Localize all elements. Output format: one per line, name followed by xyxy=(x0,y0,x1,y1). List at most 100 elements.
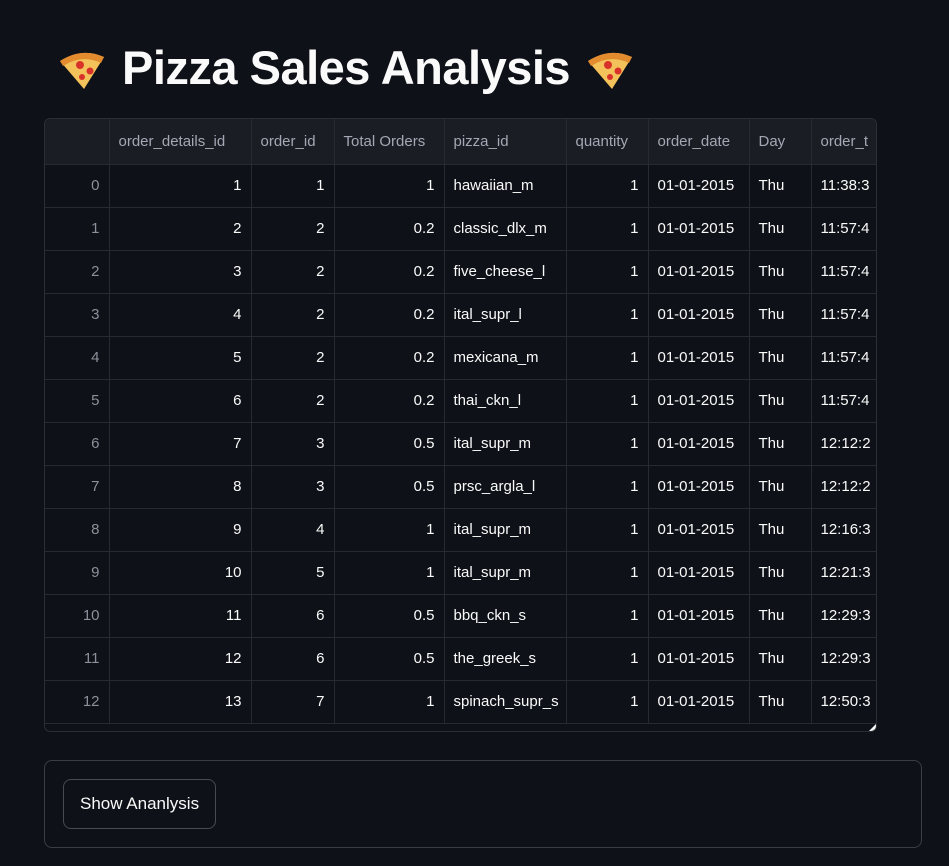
table-cell[interactable]: 8 xyxy=(109,465,252,509)
row-index[interactable]: 1 xyxy=(45,207,110,251)
table-cell[interactable]: 3 xyxy=(109,250,252,294)
row-index[interactable]: 6 xyxy=(45,422,110,466)
table-cell[interactable]: 01-01-2015 xyxy=(648,379,750,423)
table-cell[interactable]: prsc_argla_l xyxy=(444,465,567,509)
table-cell[interactable]: 4 xyxy=(251,508,335,552)
table-cell[interactable]: 12:29:3 xyxy=(811,594,876,638)
table-cell[interactable]: 2 xyxy=(251,207,335,251)
table-cell[interactable]: 6 xyxy=(251,637,335,681)
table-cell[interactable]: 2 xyxy=(251,250,335,294)
table-cell[interactable]: 11:57:4 xyxy=(811,379,876,423)
table-cell[interactable]: Thu xyxy=(749,465,812,509)
table-cell[interactable]: 5 xyxy=(251,551,335,595)
table-cell[interactable]: 3 xyxy=(251,465,335,509)
table-cell[interactable]: 1 xyxy=(566,551,649,595)
table-cell[interactable]: Thu xyxy=(749,250,812,294)
table-cell[interactable]: ital_supr_m xyxy=(444,422,567,466)
table-cell[interactable]: five_cheese_l xyxy=(444,250,567,294)
table-cell[interactable]: 2 xyxy=(251,293,335,337)
table-cell[interactable]: bbq_ckn_s xyxy=(444,594,567,638)
table-cell[interactable]: 01-01-2015 xyxy=(648,250,750,294)
table-cell[interactable]: 1 xyxy=(251,164,335,208)
table-cell[interactable]: 2 xyxy=(251,336,335,380)
table-cell[interactable]: 5 xyxy=(109,336,252,380)
table-cell[interactable]: Thu xyxy=(749,422,812,466)
table-cell[interactable]: 11 xyxy=(109,594,252,638)
dataframe-table[interactable]: order_details_id order_id Total Orders pizz… xyxy=(44,118,877,732)
table-cell[interactable]: 1 xyxy=(334,551,445,595)
table-cell[interactable]: ital_supr_l xyxy=(444,293,567,337)
table-cell[interactable]: 01-01-2015 xyxy=(648,594,750,638)
table-cell[interactable]: 12:29:3 xyxy=(811,637,876,681)
column-header[interactable]: Day xyxy=(749,119,812,165)
table-cell[interactable]: Thu xyxy=(749,379,812,423)
table-cell[interactable]: 1 xyxy=(566,164,649,208)
table-cell[interactable]: 1 xyxy=(566,207,649,251)
table-cell[interactable]: 4 xyxy=(109,293,252,337)
row-index[interactable]: 3 xyxy=(45,293,110,337)
table-cell[interactable]: the_greek_s xyxy=(444,637,567,681)
table-cell[interactable]: 11:57:4 xyxy=(811,293,876,337)
table-cell[interactable]: 01-01-2015 xyxy=(648,465,750,509)
table-cell[interactable]: 1 xyxy=(334,164,445,208)
row-index[interactable]: 11 xyxy=(45,637,110,681)
row-index[interactable]: 4 xyxy=(45,336,110,380)
table-cell[interactable]: 01-01-2015 xyxy=(648,551,750,595)
table-cell[interactable]: Thu xyxy=(749,293,812,337)
table-cell[interactable]: 0.5 xyxy=(334,422,445,466)
table-cell[interactable]: 01-01-2015 xyxy=(648,422,750,466)
table-cell[interactable]: 1 xyxy=(334,680,445,724)
row-index[interactable]: 10 xyxy=(45,594,110,638)
table-cell[interactable]: 01-01-2015 xyxy=(648,164,750,208)
table-cell[interactable]: mexicana_m xyxy=(444,336,567,380)
table-cell[interactable]: ital_supr_m xyxy=(444,551,567,595)
table-cell[interactable]: 0.5 xyxy=(334,594,445,638)
table-cell[interactable]: 12:12:2 xyxy=(811,465,876,509)
row-index[interactable]: 8 xyxy=(45,508,110,552)
table-cell[interactable]: classic_dlx_m xyxy=(444,207,567,251)
table-cell[interactable]: Thu xyxy=(749,164,812,208)
table-cell[interactable]: 0.2 xyxy=(334,379,445,423)
column-header[interactable]: quantity xyxy=(566,119,649,165)
table-cell[interactable]: 1 xyxy=(566,336,649,380)
table-cell[interactable]: 2 xyxy=(109,207,252,251)
table-cell[interactable]: 2 xyxy=(251,379,335,423)
table-cell[interactable]: 0.2 xyxy=(334,336,445,380)
row-index[interactable]: 0 xyxy=(45,164,110,208)
table-cell[interactable]: 01-01-2015 xyxy=(648,508,750,552)
table-cell[interactable]: 11:57:4 xyxy=(811,207,876,251)
table-cell[interactable]: 0.2 xyxy=(334,293,445,337)
table-cell[interactable]: ital_supr_m xyxy=(444,508,567,552)
column-header[interactable]: order_t xyxy=(811,119,876,165)
table-cell[interactable]: 1 xyxy=(566,465,649,509)
table-cell[interactable]: 1 xyxy=(566,379,649,423)
table-cell[interactable]: 0.2 xyxy=(334,250,445,294)
row-index[interactable]: 2 xyxy=(45,250,110,294)
column-header[interactable]: pizza_id xyxy=(444,119,567,165)
table-cell[interactable]: Thu xyxy=(749,680,812,724)
table-cell[interactable]: 0.5 xyxy=(334,637,445,681)
table-cell[interactable]: 3 xyxy=(251,422,335,466)
table-cell[interactable]: 01-01-2015 xyxy=(648,637,750,681)
row-index[interactable]: 7 xyxy=(45,465,110,509)
column-header[interactable]: order_id xyxy=(251,119,335,165)
table-cell[interactable]: 1 xyxy=(566,637,649,681)
show-analysis-button[interactable]: Show Ananlysis xyxy=(63,779,217,829)
table-cell[interactable]: 10 xyxy=(109,551,252,595)
row-index[interactable]: 5 xyxy=(45,379,110,423)
table-cell[interactable]: Thu xyxy=(749,508,812,552)
column-header[interactable]: Total Orders xyxy=(334,119,445,165)
table-cell[interactable]: thai_ckn_l xyxy=(444,379,567,423)
table-cell[interactable]: 9 xyxy=(109,508,252,552)
table-cell[interactable]: Thu xyxy=(749,207,812,251)
table-cell[interactable]: 13 xyxy=(109,680,252,724)
table-cell[interactable]: 1 xyxy=(334,508,445,552)
table-cell[interactable]: 1 xyxy=(566,422,649,466)
table-cell[interactable]: Thu xyxy=(749,594,812,638)
table-cell[interactable]: 6 xyxy=(109,379,252,423)
column-header[interactable]: order_date xyxy=(648,119,750,165)
table-cell[interactable]: 01-01-2015 xyxy=(648,680,750,724)
resize-handle[interactable] xyxy=(869,724,876,731)
table-cell[interactable]: 12:16:3 xyxy=(811,508,876,552)
table-cell[interactable]: 01-01-2015 xyxy=(648,207,750,251)
